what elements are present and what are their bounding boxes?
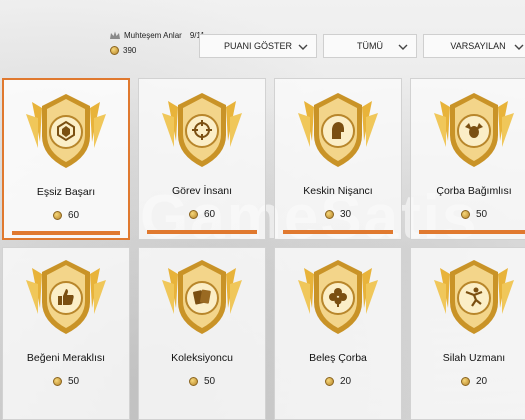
- achievement-card[interactable]: Silah Uzmanı 20: [410, 247, 525, 420]
- achievement-card[interactable]: Eşsiz Başarı 60: [2, 78, 130, 240]
- achievement-points-row: 60: [4, 210, 128, 221]
- achievement-points-row: 20: [411, 376, 525, 387]
- show-points-dropdown[interactable]: PUANI GÖSTER: [199, 34, 317, 58]
- achievement-progress: [419, 230, 525, 234]
- achievement-points: 60: [203, 209, 216, 220]
- achievement-points-row: 60: [139, 209, 265, 220]
- achievement-points: 30: [339, 209, 352, 220]
- total-points-row: 390: [110, 46, 136, 55]
- achievement-points: 50: [203, 376, 216, 387]
- coin-icon: [188, 210, 198, 219]
- achievement-points-row: 20: [275, 376, 401, 387]
- coin-icon: [324, 210, 334, 219]
- achievement-progress-fill: [12, 231, 120, 235]
- collection-title: Muhteşem Anlar: [124, 31, 182, 40]
- clover-icon: [327, 286, 349, 308]
- achievement-name: Beğeni Meraklısı: [26, 352, 106, 364]
- coin-icon: [324, 377, 334, 386]
- achievement-card[interactable]: Koleksiyoncu 50: [138, 247, 266, 420]
- achievement-points-row: 50: [139, 376, 265, 387]
- coin-icon: [188, 377, 198, 386]
- sort-dropdown[interactable]: VARSAYILAN: [423, 34, 525, 58]
- achievement-badge: [298, 91, 378, 169]
- achievement-progress-fill: [419, 230, 525, 234]
- chevron-down-icon: [298, 44, 308, 50]
- coin-icon: [52, 211, 62, 220]
- coin-icon: [460, 210, 470, 219]
- achievement-badge: [298, 258, 378, 336]
- collection-title-row: Muhteşem Anlar 9/11: [110, 31, 205, 40]
- category-label: TÜMÜ: [357, 41, 383, 51]
- soldier-helmet-icon: [327, 119, 349, 141]
- thumbs-up-icon: [55, 286, 77, 308]
- achievement-card[interactable]: Keskin Nişancı 30: [274, 78, 402, 240]
- winged-chicken-icon: [463, 119, 485, 141]
- achievement-badge: [434, 91, 514, 169]
- achievement-card[interactable]: Görev İnsanı 60: [138, 78, 266, 240]
- achievement-points: 20: [475, 376, 488, 387]
- achievement-name: Silah Uzmanı: [442, 352, 506, 364]
- crosshair-icon: [191, 119, 213, 141]
- sort-label: VARSAYILAN: [450, 41, 506, 51]
- achievement-name: Görev İnsanı: [171, 185, 233, 197]
- achievement-progress-fill: [283, 230, 393, 234]
- achievement-points-row: 30: [275, 209, 401, 220]
- playing-cards-icon: [191, 286, 213, 308]
- achievement-badge: [434, 258, 514, 336]
- crown-icon: [110, 31, 120, 39]
- achievement-progress: [12, 231, 120, 235]
- crowned-emblem-icon: [55, 120, 77, 142]
- achievement-progress: [283, 230, 393, 234]
- jumping-soldier-icon: [463, 286, 485, 308]
- top-bar: Muhteşem Anlar 9/11 390 PUANI GÖSTER TÜM…: [0, 0, 525, 68]
- category-dropdown[interactable]: TÜMÜ: [323, 34, 417, 58]
- achievement-name: Koleksiyoncu: [171, 352, 233, 364]
- achievement-points: 50: [67, 376, 80, 387]
- chevron-down-icon: [514, 44, 524, 50]
- chevron-down-icon: [398, 44, 408, 50]
- achievement-progress: [147, 230, 257, 234]
- achievement-badge: [26, 92, 106, 170]
- achievement-badge: [162, 258, 242, 336]
- achievement-card[interactable]: Çorba Bağımlısı 50: [410, 78, 525, 240]
- achievement-progress-fill: [147, 230, 257, 234]
- achievement-name: Çorba Bağımlısı: [436, 185, 512, 197]
- achievement-points: 50: [475, 209, 488, 220]
- achievement-points: 20: [339, 376, 352, 387]
- achievement-badge: [162, 91, 242, 169]
- achievement-card[interactable]: Beleş Çorba 20: [274, 247, 402, 420]
- coin-icon: [52, 377, 62, 386]
- coin-icon: [110, 46, 119, 55]
- achievement-points-row: 50: [411, 209, 525, 220]
- achievement-card[interactable]: Beğeni Meraklısı 50: [2, 247, 130, 420]
- total-points: 390: [123, 46, 137, 55]
- achievement-name: Eşsiz Başarı: [36, 186, 96, 198]
- achievement-badge: [26, 258, 106, 336]
- coin-icon: [460, 377, 470, 386]
- achievement-points: 60: [67, 210, 80, 221]
- achievement-name: Keskin Nişancı: [303, 185, 373, 197]
- achievement-points-row: 50: [3, 376, 129, 387]
- achievement-name: Beleş Çorba: [309, 352, 367, 364]
- show-points-label: PUANI GÖSTER: [223, 41, 292, 51]
